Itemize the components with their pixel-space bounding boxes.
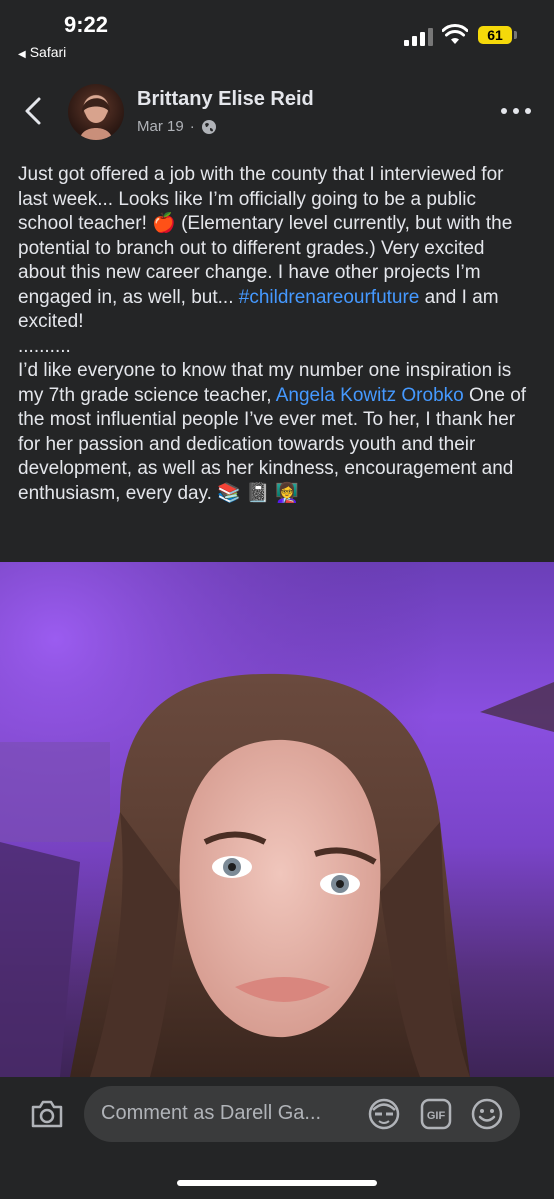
comment-placeholder[interactable]: Comment as Darell Ga... [101,1102,321,1125]
post-paragraph-2: I’d like everyone to know that my number… [18,359,533,506]
avatar-sticker-icon[interactable] [367,1097,401,1131]
author-avatar[interactable] [68,84,124,140]
battery-icon: 61 [478,26,512,44]
battery-nub [514,31,517,39]
status-bar: 9:22 ◀ Safari 61 [0,0,554,70]
meta-separator: · [189,118,195,135]
author-name[interactable]: Brittany Elise Reid [137,88,314,111]
hashtag-link[interactable]: #childrenareourfuture [239,287,420,308]
home-indicator[interactable] [177,1180,377,1186]
mention-link[interactable]: Angela Kowitz Orobko [276,385,464,406]
gif-label: GIF [427,1110,446,1122]
post-date[interactable]: Mar 19 [137,118,184,135]
post-text: Just got offered a job with the county t… [18,163,533,506]
post-photo[interactable] [0,562,554,1077]
back-app-label: Safari [29,44,67,60]
post-meta: Mar 19 · [137,118,217,135]
back-triangle-icon: ◀ [18,49,26,60]
camera-icon[interactable] [30,1098,64,1130]
more-icon[interactable] [498,101,534,121]
signal-icon [404,28,434,46]
post-dots: .......... [18,335,71,357]
emoji-icon[interactable] [470,1097,504,1131]
wifi-icon [442,24,468,44]
globe-icon [201,119,216,134]
status-time: 9:22 [64,12,109,37]
gif-icon[interactable]: GIF [420,1098,452,1130]
back-chevron-icon[interactable] [22,96,46,126]
back-to-safari-link[interactable]: ◀ Safari [18,44,66,60]
post-paragraph-1: Just got offered a job with the county t… [18,163,533,335]
